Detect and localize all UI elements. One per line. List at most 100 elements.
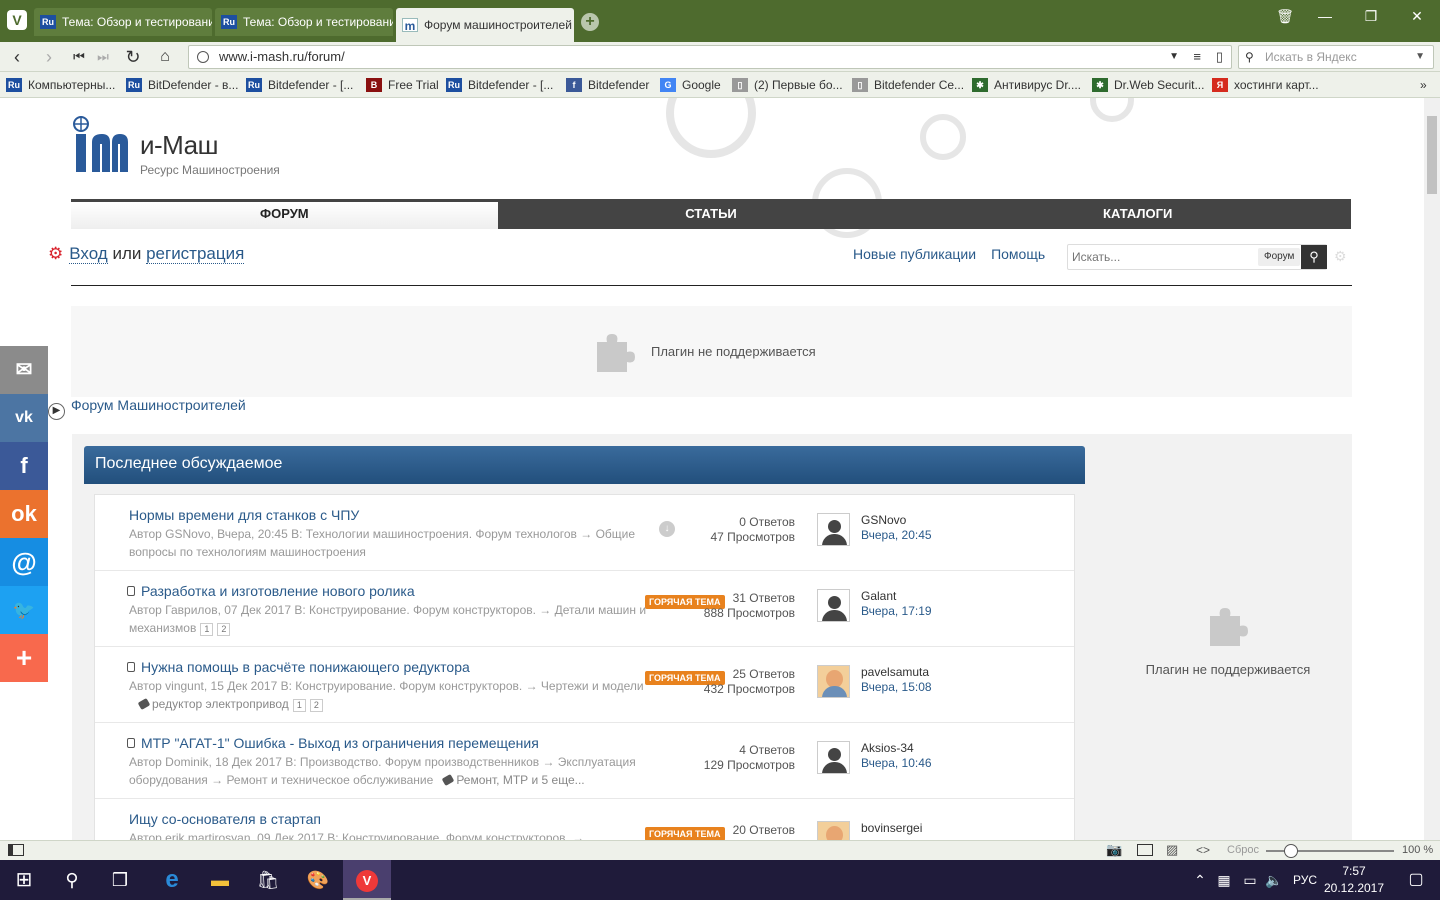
last-poster-name[interactable]: Galant: [861, 589, 896, 603]
page-scrollbar[interactable]: [1424, 98, 1440, 840]
register-link[interactable]: регистрация: [146, 244, 245, 264]
last-poster-name[interactable]: Aksios-34: [861, 741, 914, 755]
new-tab-icon[interactable]: +: [581, 13, 599, 31]
share-email-icon[interactable]: ✉: [0, 346, 48, 394]
tray-chevron-icon[interactable]: ⌃: [1188, 860, 1212, 900]
site-name[interactable]: и-Маш: [140, 130, 218, 161]
share-twitter-icon[interactable]: 🐦: [0, 586, 48, 634]
bookmark-item[interactable]: Ru Bitdefender - [...: [246, 76, 353, 94]
page-link[interactable]: 1: [292, 699, 306, 712]
bookmark-item[interactable]: G Google: [660, 76, 721, 94]
notifications-icon[interactable]: ▢: [1392, 860, 1440, 900]
thread-title-link[interactable]: МТР "АГАТ-1" Ошибка - Выход из ограничен…: [141, 735, 539, 751]
nav-tab-forum[interactable]: ФОРУМ: [71, 199, 498, 229]
close-icon[interactable]: ✕: [1402, 8, 1432, 25]
fast-forward-icon[interactable]: ⏭: [92, 46, 114, 68]
avatar[interactable]: [817, 741, 850, 774]
nav-tab-catalogs[interactable]: КАТАЛОГИ: [924, 199, 1351, 229]
vivaldi-taskbar-icon[interactable]: V: [343, 860, 391, 900]
panel-toggle-icon[interactable]: [8, 844, 24, 856]
dropdown-icon[interactable]: ▼: [1169, 46, 1179, 68]
rewind-icon[interactable]: ⏮: [68, 46, 90, 68]
zoom-slider[interactable]: [1266, 844, 1394, 858]
search-scope-button[interactable]: Форум: [1258, 248, 1301, 266]
bookmark-item[interactable]: f Bitdefender: [566, 76, 649, 94]
thread-title-link[interactable]: Нужна помощь в расчёте понижающего редук…: [141, 659, 470, 675]
last-post-date[interactable]: Вчера, 15:08: [861, 680, 932, 694]
file-explorer-icon[interactable]: ▬: [196, 860, 244, 900]
share-odnoklassniki-icon[interactable]: ok: [0, 490, 48, 538]
address-input[interactable]: www.i-mash.ru/forum/ ▼ ≡ ▯: [188, 45, 1232, 69]
bookmark-item[interactable]: ✱ Антивирус Dr....: [972, 76, 1081, 94]
paint-icon[interactable]: 🎨: [294, 860, 342, 900]
avatar[interactable]: [817, 513, 850, 546]
bookmark-item[interactable]: B Free Trial: [366, 76, 439, 94]
bookmark-item[interactable]: Ru Компьютерны...: [6, 76, 115, 94]
zoom-slider-handle[interactable]: [1284, 844, 1298, 858]
search-button[interactable]: ⚲: [1301, 245, 1327, 269]
bookmark-item[interactable]: ✱ Dr.Web Securit...: [1092, 76, 1204, 94]
reader-view-icon[interactable]: ≡: [1193, 46, 1201, 68]
trash-icon[interactable]: 🗑: [1270, 8, 1300, 25]
code-icon[interactable]: <>: [1196, 843, 1210, 857]
last-poster-name[interactable]: pavelsamuta: [861, 665, 929, 679]
breadcrumb-arrow-icon[interactable]: ▶: [48, 403, 65, 420]
bookmark-item[interactable]: Яхостинги карт...: [1212, 76, 1319, 94]
bookmark-item[interactable]: ▯ (2) Первые бо...: [732, 76, 843, 94]
site-search-input[interactable]: [1072, 245, 1252, 269]
restore-icon[interactable]: ❐: [1356, 8, 1386, 25]
store-icon[interactable]: 🛍: [244, 860, 292, 900]
share-vk-icon[interactable]: vk: [0, 394, 48, 442]
tile-icon[interactable]: [1137, 844, 1153, 856]
zoom-reset[interactable]: Сброс: [1227, 844, 1259, 856]
tab-2[interactable]: Ru Тема: Обзор и тестирование: [215, 8, 393, 36]
bookmark-item[interactable]: Ru BitDefender - в...: [126, 76, 238, 94]
tab-3-active[interactable]: m Форум машиностроителей: [396, 8, 574, 42]
image-icon[interactable]: ▨: [1166, 842, 1178, 858]
thread-tags[interactable]: редуктор электропривод: [152, 697, 289, 711]
nav-tab-articles[interactable]: СТАТЬИ: [498, 199, 925, 229]
back-icon[interactable]: ‹: [6, 46, 28, 68]
thread-title-link[interactable]: Разработка и изготовление нового ролика: [141, 583, 415, 599]
avatar[interactable]: [817, 821, 850, 840]
thread-title-link[interactable]: Нормы времени для станков с ЧПУ: [129, 507, 359, 523]
forward-icon[interactable]: ›: [38, 46, 60, 68]
breadcrumb-link[interactable]: Форум Машиностроителей: [71, 397, 246, 413]
settings-icon[interactable]: ⚙: [1334, 248, 1347, 265]
minimize-icon[interactable]: —: [1310, 8, 1340, 24]
tab-1[interactable]: Ru Тема: Обзор и тестирование: [34, 8, 212, 36]
tray-app-icon[interactable]: ▦: [1212, 860, 1236, 900]
language-indicator[interactable]: РУС: [1288, 860, 1322, 900]
page-link[interactable]: 2: [217, 623, 231, 636]
task-view-icon[interactable]: ❒: [96, 860, 144, 900]
share-more-icon[interactable]: +: [0, 634, 48, 682]
reload-icon[interactable]: ↻: [122, 46, 144, 68]
thread-tags[interactable]: Ремонт, МТР и 5 еще...: [456, 773, 584, 787]
avatar[interactable]: [817, 589, 850, 622]
last-post-date[interactable]: Вчера, 17:19: [861, 604, 932, 618]
scrollbar-thumb[interactable]: [1427, 116, 1437, 194]
last-poster-name[interactable]: GSNovo: [861, 513, 906, 527]
capture-icon[interactable]: 📷: [1106, 842, 1122, 858]
bookmark-icon[interactable]: ▯: [1216, 46, 1223, 68]
vivaldi-menu-icon[interactable]: V: [7, 10, 27, 30]
volume-icon[interactable]: 🔈: [1262, 860, 1286, 900]
home-icon[interactable]: ⌂: [154, 46, 176, 68]
last-post-date[interactable]: Вчера, 10:46: [861, 756, 932, 770]
clock[interactable]: 7:57 20.12.2017: [1322, 863, 1386, 897]
site-logo-icon[interactable]: [72, 116, 130, 174]
search-icon[interactable]: ⚲: [48, 860, 96, 900]
yandex-search-input[interactable]: ⚲ Искать в Яндекс ▼: [1238, 45, 1434, 69]
site-info-icon[interactable]: [197, 51, 209, 63]
share-mail-ru-icon[interactable]: @: [0, 538, 48, 586]
last-poster-name[interactable]: bovinsergei: [861, 821, 922, 835]
login-link[interactable]: Вход: [69, 244, 108, 264]
avatar[interactable]: [817, 665, 850, 698]
bookmarks-overflow-icon[interactable]: »: [1420, 76, 1427, 94]
edge-icon[interactable]: e: [148, 860, 196, 900]
dropdown-icon[interactable]: ▼: [1415, 46, 1425, 68]
network-icon[interactable]: ▭: [1238, 860, 1262, 900]
bookmark-item[interactable]: ▯ Bitdefender Ce...: [852, 76, 964, 94]
last-post-date[interactable]: Вчера, 20:45: [861, 528, 932, 542]
new-posts-link[interactable]: Новые публикации: [853, 246, 976, 262]
